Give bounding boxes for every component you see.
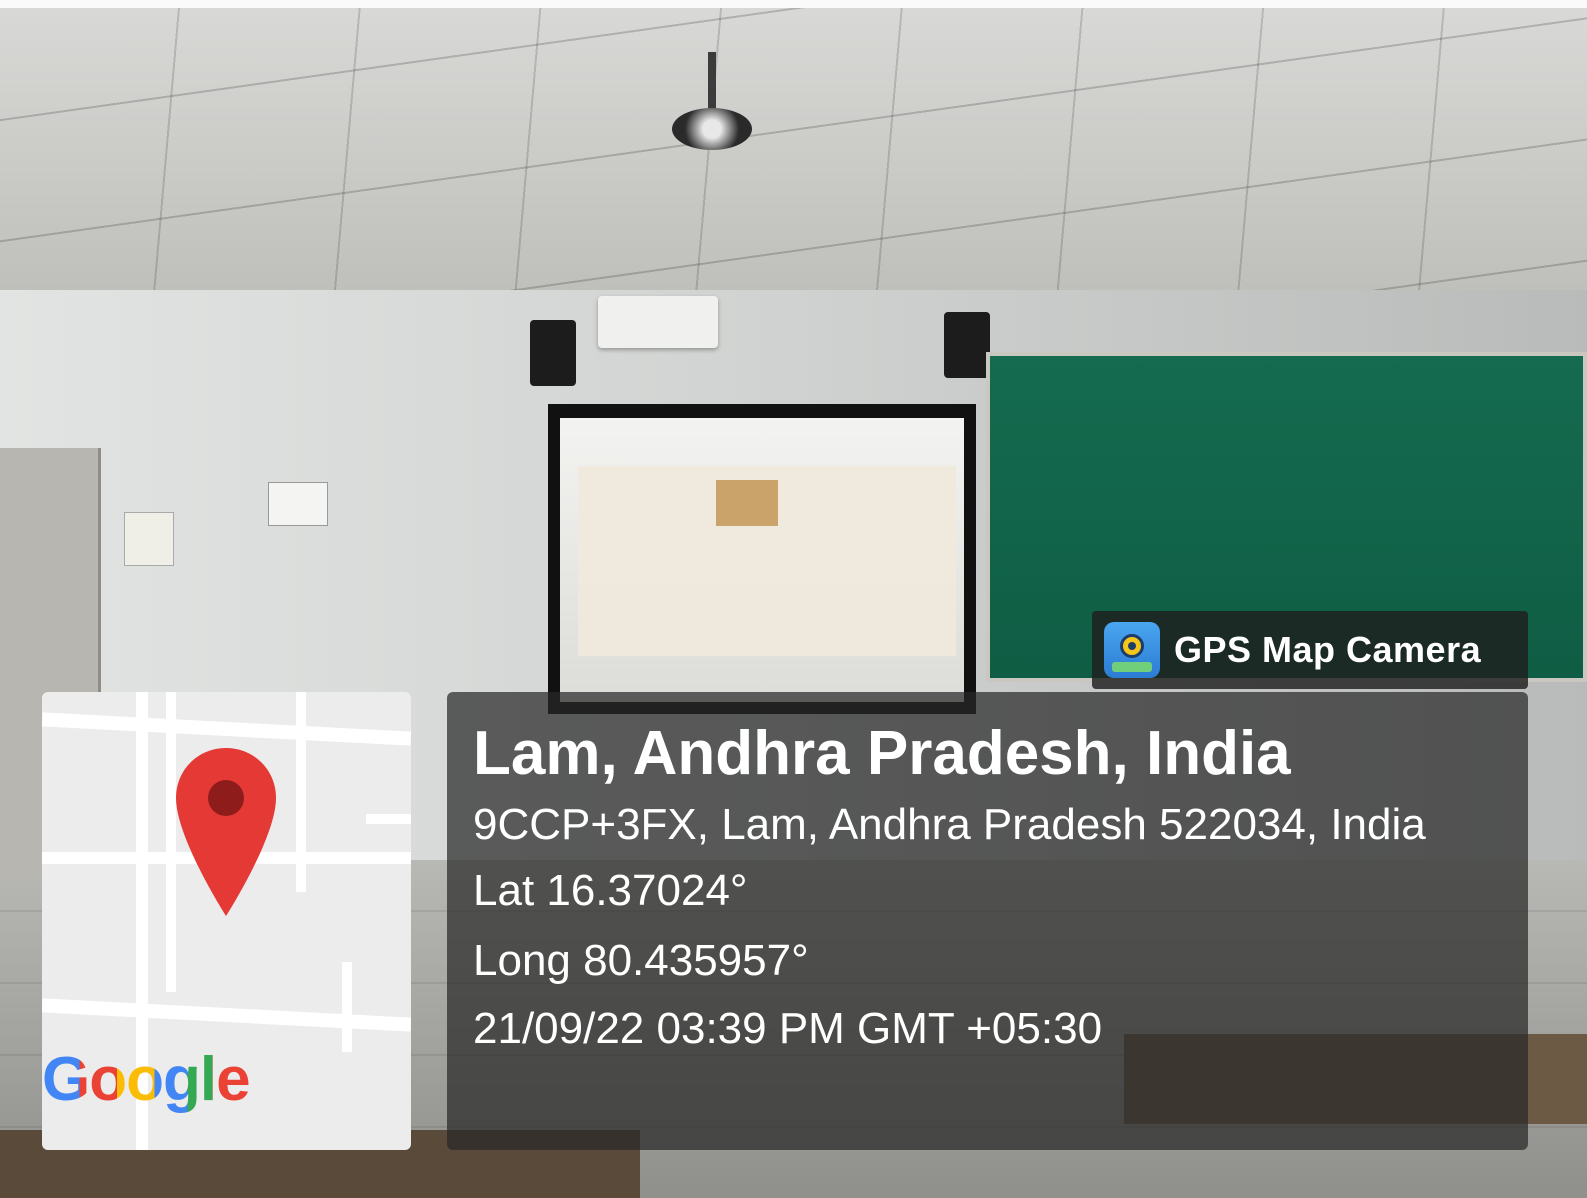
projector xyxy=(598,296,718,348)
google-logo-text: Google xyxy=(42,1045,251,1114)
location-latitude: Lat 16.37024° xyxy=(473,866,748,915)
gps-map-camera-icon xyxy=(1104,622,1160,678)
location-datetime: 21/09/22 03:39 PM GMT +05:30 xyxy=(473,1004,1103,1053)
speaker-right xyxy=(944,312,990,378)
map-pin-icon xyxy=(176,748,276,916)
top-strip xyxy=(0,0,1587,8)
location-longitude: Long 80.435957° xyxy=(473,936,809,985)
wall-notice xyxy=(268,482,328,526)
location-title: Lam, Andhra Pradesh, India xyxy=(473,719,1291,788)
google-logo: Google xyxy=(42,1044,251,1115)
slide-graphic xyxy=(716,480,778,526)
location-address: 9CCP+3FX, Lam, Andhra Pradesh 522034, In… xyxy=(473,800,1426,849)
ceiling xyxy=(0,0,1587,310)
speaker-left xyxy=(530,320,576,386)
app-watermark: GPS Map Camera xyxy=(1092,611,1528,689)
ceiling-fan-rod xyxy=(708,52,716,112)
app-name: GPS Map Camera xyxy=(1174,629,1482,670)
switch-board xyxy=(124,512,174,566)
ceiling-fan xyxy=(672,108,752,150)
photo-scene: GPS Map Camera Lam, Andhra Pradesh, Indi… xyxy=(0,0,1587,1198)
